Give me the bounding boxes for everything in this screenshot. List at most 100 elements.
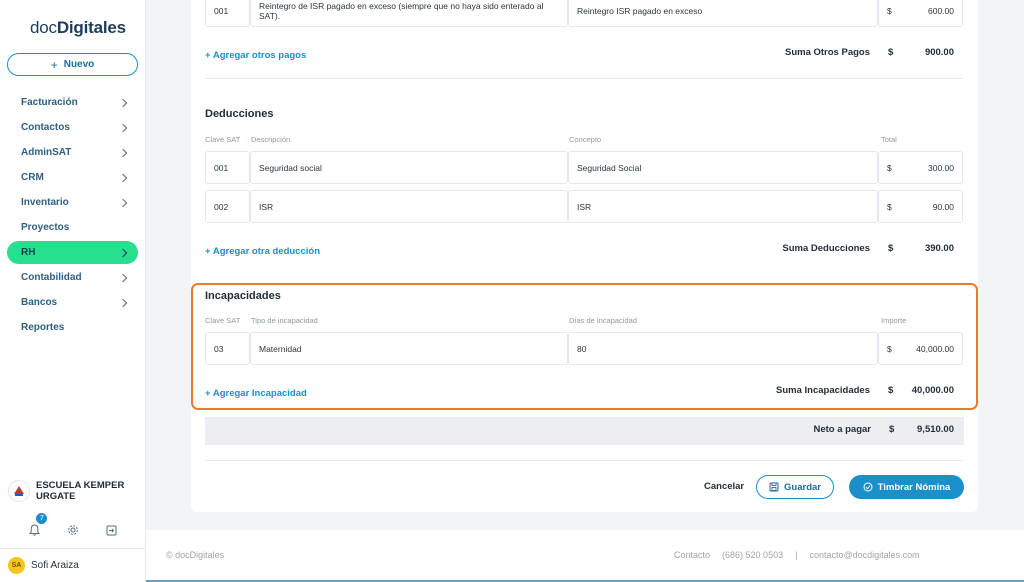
organization-name: ESCUELA KEMPER URGATE bbox=[36, 480, 125, 502]
plus-icon: + bbox=[50, 57, 58, 72]
column-header-concepto: Concepto bbox=[569, 135, 602, 144]
total-cell[interactable]: $600.00 bbox=[878, 0, 963, 27]
deducciones-title: Deducciones bbox=[205, 108, 274, 120]
sidebar-item-label: CRM bbox=[21, 172, 44, 183]
avatar: SA bbox=[8, 557, 25, 574]
timbrar-nomina-button[interactable]: Timbrar Nómina bbox=[849, 475, 964, 499]
currency-symbol: $ bbox=[887, 5, 892, 16]
sidebar: docDigitales + Nuevo Facturación Contacto… bbox=[0, 0, 146, 582]
sidebar-item-crm[interactable]: CRM bbox=[7, 166, 138, 189]
currency-symbol: $ bbox=[887, 201, 892, 212]
descripcion-cell[interactable]: Seguridad social bbox=[250, 151, 568, 184]
table-row: 001 Reintegro de ISR pagado en exceso (s… bbox=[205, 0, 963, 27]
table-row: 002 ISR ISR $90.00 bbox=[205, 190, 963, 223]
sidebar-item-rh[interactable]: RH bbox=[7, 241, 138, 264]
sidebar-item-label: Facturación bbox=[21, 97, 78, 108]
sidebar-item-proyectos[interactable]: Proyectos bbox=[7, 216, 138, 239]
incapacidades-highlight bbox=[191, 283, 978, 410]
suma-deducciones-value: 390.00 bbox=[924, 243, 954, 254]
column-header-clave: Clave SAT bbox=[205, 135, 241, 144]
sidebar-utility-bar: 7 bbox=[0, 513, 146, 542]
sidebar-item-label: Inventario bbox=[21, 197, 69, 208]
neto-a-pagar-bar: Neto a pagar $ 9,510.00 bbox=[205, 417, 964, 445]
sidebar-nav: Facturación Contactos AdminSAT CRM Inven… bbox=[7, 91, 138, 341]
currency-symbol: $ bbox=[888, 243, 894, 254]
sidebar-item-inventario[interactable]: Inventario bbox=[7, 191, 138, 214]
sidebar-item-label: Bancos bbox=[21, 297, 58, 308]
chevron-right-icon bbox=[118, 248, 128, 257]
concepto-cell[interactable]: Seguridad Social bbox=[568, 151, 878, 184]
sidebar-item-contabilidad[interactable]: Contabilidad bbox=[7, 266, 138, 289]
suma-otros-pagos-label: Suma Otros Pagos bbox=[785, 47, 870, 58]
chevron-right-icon bbox=[118, 148, 128, 157]
footer-contact-label[interactable]: Contacto bbox=[674, 550, 710, 560]
logout-button[interactable] bbox=[101, 519, 123, 541]
organization-selector[interactable]: ESCUELA KEMPER URGATE bbox=[8, 480, 131, 502]
currency-symbol: $ bbox=[888, 47, 894, 58]
sidebar-item-adminsat[interactable]: AdminSAT bbox=[7, 141, 138, 164]
total-value: 600.00 bbox=[928, 5, 954, 16]
save-icon bbox=[769, 482, 779, 492]
total-cell[interactable]: $90.00 bbox=[878, 190, 963, 223]
total-value: 300.00 bbox=[928, 162, 954, 173]
footer-phone[interactable]: (686) 520 0503 bbox=[722, 550, 783, 560]
new-button-label: Nuevo bbox=[63, 59, 95, 70]
chevron-right-icon bbox=[118, 98, 128, 107]
footer-copyright: © docDigitales bbox=[166, 550, 225, 560]
divider bbox=[205, 78, 963, 79]
neto-label: Neto a pagar bbox=[813, 424, 871, 435]
sidebar-item-label: Reportes bbox=[21, 322, 65, 333]
descripcion-cell[interactable]: Reintegro de ISR pagado en exceso (siemp… bbox=[250, 0, 568, 27]
sidebar-item-reportes[interactable]: Reportes bbox=[7, 316, 138, 339]
footer-separator: | bbox=[795, 550, 798, 560]
notifications-button[interactable]: 7 bbox=[23, 513, 48, 541]
chevron-right-icon bbox=[118, 173, 128, 182]
gear-icon bbox=[68, 525, 78, 535]
add-deduccion-link[interactable]: + Agregar otra deducción bbox=[205, 246, 320, 257]
neto-value: 9,510.00 bbox=[917, 424, 954, 435]
chevron-right-icon bbox=[118, 298, 128, 307]
currency-symbol: $ bbox=[887, 162, 892, 173]
organization-logo-icon bbox=[8, 480, 30, 502]
user-name: Sofi Araiza bbox=[31, 560, 79, 571]
user-profile[interactable]: SA Sofi Araiza bbox=[0, 548, 146, 582]
descripcion-cell[interactable]: ISR bbox=[250, 190, 568, 223]
settings-button[interactable] bbox=[62, 519, 84, 541]
footer: © docDigitales Contacto (686) 520 0503 |… bbox=[146, 530, 1024, 580]
concepto-cell[interactable]: ISR bbox=[568, 190, 878, 223]
clave-cell[interactable]: 002 bbox=[205, 190, 250, 223]
save-button[interactable]: Guardar bbox=[756, 475, 834, 499]
concepto-cell[interactable]: Reintegro ISR pagado en exceso bbox=[568, 0, 878, 27]
total-value: 90.00 bbox=[932, 201, 954, 212]
app-logo[interactable]: docDigitales bbox=[30, 18, 126, 38]
logout-icon bbox=[106, 525, 117, 535]
check-circle-icon bbox=[863, 482, 873, 492]
logo-suffix: Digitales bbox=[56, 18, 126, 37]
timbrar-nomina-label: Timbrar Nómina bbox=[877, 481, 951, 493]
clave-cell[interactable]: 001 bbox=[205, 0, 250, 27]
clave-cell[interactable]: 001 bbox=[205, 151, 250, 184]
table-row: 001 Seguridad social Seguridad Social $3… bbox=[205, 151, 963, 184]
suma-deducciones-label: Suma Deducciones bbox=[782, 243, 870, 254]
currency-symbol: $ bbox=[889, 424, 895, 435]
sidebar-item-label: Contabilidad bbox=[21, 272, 82, 283]
sidebar-item-label: Proyectos bbox=[21, 222, 70, 233]
sidebar-item-bancos[interactable]: Bancos bbox=[7, 291, 138, 314]
sidebar-item-facturacion[interactable]: Facturación bbox=[7, 91, 138, 114]
cancel-button[interactable]: Cancelar bbox=[704, 481, 744, 492]
bell-icon bbox=[28, 524, 40, 536]
sidebar-item-label: AdminSAT bbox=[21, 147, 72, 158]
chevron-right-icon bbox=[118, 198, 128, 207]
sidebar-item-label: RH bbox=[21, 247, 36, 258]
footer-email[interactable]: contacto@docdigitales.com bbox=[809, 550, 919, 560]
column-header-total: Total bbox=[881, 135, 897, 144]
sidebar-item-contactos[interactable]: Contactos bbox=[7, 116, 138, 139]
total-cell[interactable]: $300.00 bbox=[878, 151, 963, 184]
save-button-label: Guardar bbox=[784, 481, 821, 493]
notification-count-badge: 7 bbox=[36, 513, 48, 524]
chevron-right-icon bbox=[118, 273, 128, 282]
footer-contact: Contacto (686) 520 0503 | contacto@docdi… bbox=[674, 550, 920, 560]
column-header-descripcion: Descripción bbox=[251, 135, 291, 144]
add-otros-pagos-link[interactable]: + Agregar otros pagos bbox=[205, 50, 306, 61]
new-button[interactable]: + Nuevo bbox=[7, 53, 138, 76]
